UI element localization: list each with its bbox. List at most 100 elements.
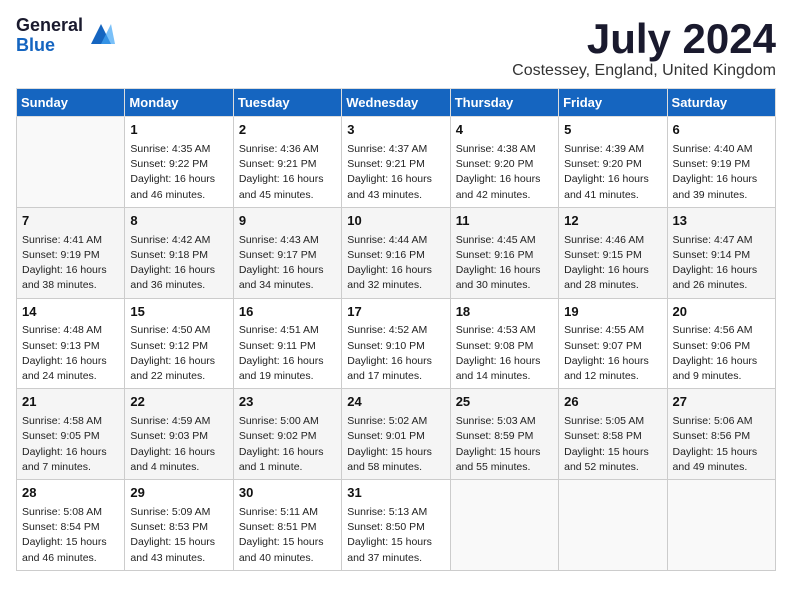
sunset-text: Sunset: 9:12 PM (130, 339, 227, 354)
calendar-cell: 16Sunrise: 4:51 AMSunset: 9:11 PMDayligh… (233, 298, 341, 389)
sunset-text: Sunset: 9:20 PM (456, 157, 553, 172)
logo-blue-text: Blue (16, 36, 83, 56)
sunset-text: Sunset: 9:10 PM (347, 339, 444, 354)
calendar-cell: 5Sunrise: 4:39 AMSunset: 9:20 PMDaylight… (559, 117, 667, 208)
sunrise-text: Sunrise: 4:50 AM (130, 323, 227, 338)
header-thursday: Thursday (450, 89, 558, 117)
header-saturday: Saturday (667, 89, 775, 117)
sunrise-text: Sunrise: 4:42 AM (130, 233, 227, 248)
daylight-text: Daylight: 16 hours and 24 minutes. (22, 354, 119, 384)
sunset-text: Sunset: 9:02 PM (239, 429, 336, 444)
day-number: 31 (347, 484, 444, 503)
sunset-text: Sunset: 9:21 PM (239, 157, 336, 172)
cell-content: 17Sunrise: 4:52 AMSunset: 9:10 PMDayligh… (347, 303, 444, 385)
day-number: 24 (347, 393, 444, 412)
sunrise-text: Sunrise: 4:40 AM (673, 142, 770, 157)
sunset-text: Sunset: 9:19 PM (673, 157, 770, 172)
day-number: 1 (130, 121, 227, 140)
sunrise-text: Sunrise: 5:02 AM (347, 414, 444, 429)
daylight-text: Daylight: 16 hours and 12 minutes. (564, 354, 661, 384)
daylight-text: Daylight: 16 hours and 42 minutes. (456, 172, 553, 202)
calendar-cell: 15Sunrise: 4:50 AMSunset: 9:12 PMDayligh… (125, 298, 233, 389)
calendar-week-row: 7Sunrise: 4:41 AMSunset: 9:19 PMDaylight… (17, 207, 776, 298)
sunrise-text: Sunrise: 4:45 AM (456, 233, 553, 248)
cell-content: 6Sunrise: 4:40 AMSunset: 9:19 PMDaylight… (673, 121, 770, 203)
day-number: 4 (456, 121, 553, 140)
sunset-text: Sunset: 9:08 PM (456, 339, 553, 354)
day-number: 28 (22, 484, 119, 503)
daylight-text: Daylight: 16 hours and 46 minutes. (130, 172, 227, 202)
day-number: 12 (564, 212, 661, 231)
logo-icon (87, 20, 115, 48)
calendar-cell: 6Sunrise: 4:40 AMSunset: 9:19 PMDaylight… (667, 117, 775, 208)
sunrise-text: Sunrise: 5:05 AM (564, 414, 661, 429)
daylight-text: Daylight: 16 hours and 38 minutes. (22, 263, 119, 293)
daylight-text: Daylight: 16 hours and 4 minutes. (130, 445, 227, 475)
sunrise-text: Sunrise: 5:13 AM (347, 505, 444, 520)
logo: General Blue (16, 16, 115, 56)
daylight-text: Daylight: 16 hours and 1 minute. (239, 445, 336, 475)
day-number: 5 (564, 121, 661, 140)
cell-content: 8Sunrise: 4:42 AMSunset: 9:18 PMDaylight… (130, 212, 227, 294)
day-number: 11 (456, 212, 553, 231)
daylight-text: Daylight: 16 hours and 34 minutes. (239, 263, 336, 293)
sunset-text: Sunset: 8:54 PM (22, 520, 119, 535)
day-number: 15 (130, 303, 227, 322)
day-number: 30 (239, 484, 336, 503)
cell-content: 9Sunrise: 4:43 AMSunset: 9:17 PMDaylight… (239, 212, 336, 294)
cell-content: 31Sunrise: 5:13 AMSunset: 8:50 PMDayligh… (347, 484, 444, 566)
sunrise-text: Sunrise: 5:11 AM (239, 505, 336, 520)
sunrise-text: Sunrise: 4:52 AM (347, 323, 444, 338)
sunset-text: Sunset: 9:18 PM (130, 248, 227, 263)
sunrise-text: Sunrise: 5:00 AM (239, 414, 336, 429)
sunrise-text: Sunrise: 4:58 AM (22, 414, 119, 429)
calendar-cell (450, 480, 558, 571)
sunset-text: Sunset: 9:13 PM (22, 339, 119, 354)
day-number: 18 (456, 303, 553, 322)
daylight-text: Daylight: 16 hours and 14 minutes. (456, 354, 553, 384)
sunset-text: Sunset: 9:16 PM (456, 248, 553, 263)
cell-content: 19Sunrise: 4:55 AMSunset: 9:07 PMDayligh… (564, 303, 661, 385)
sunrise-text: Sunrise: 4:35 AM (130, 142, 227, 157)
sunrise-text: Sunrise: 4:55 AM (564, 323, 661, 338)
daylight-text: Daylight: 15 hours and 49 minutes. (673, 445, 770, 475)
calendar-cell: 25Sunrise: 5:03 AMSunset: 8:59 PMDayligh… (450, 389, 558, 480)
cell-content: 5Sunrise: 4:39 AMSunset: 9:20 PMDaylight… (564, 121, 661, 203)
day-number: 29 (130, 484, 227, 503)
cell-content: 7Sunrise: 4:41 AMSunset: 9:19 PMDaylight… (22, 212, 119, 294)
daylight-text: Daylight: 16 hours and 45 minutes. (239, 172, 336, 202)
calendar-cell: 2 Sunrise: 4:36 AMSunset: 9:21 PMDaylight… (233, 117, 341, 208)
calendar-cell: 19Sunrise: 4:55 AMSunset: 9:07 PMDayligh… (559, 298, 667, 389)
calendar-cell: 22Sunrise: 4:59 AMSunset: 9:03 PMDayligh… (125, 389, 233, 480)
calendar-cell: 24Sunrise: 5:02 AMSunset: 9:01 PMDayligh… (342, 389, 450, 480)
calendar-cell: 17Sunrise: 4:52 AMSunset: 9:10 PMDayligh… (342, 298, 450, 389)
cell-content: 24Sunrise: 5:02 AMSunset: 9:01 PMDayligh… (347, 393, 444, 475)
cell-content: 12Sunrise: 4:46 AMSunset: 9:15 PMDayligh… (564, 212, 661, 294)
cell-content: 27Sunrise: 5:06 AMSunset: 8:56 PMDayligh… (673, 393, 770, 475)
daylight-text: Daylight: 16 hours and 41 minutes. (564, 172, 661, 202)
sunset-text: Sunset: 8:51 PM (239, 520, 336, 535)
calendar-cell: 10Sunrise: 4:44 AMSunset: 9:16 PMDayligh… (342, 207, 450, 298)
cell-content: 16Sunrise: 4:51 AMSunset: 9:11 PMDayligh… (239, 303, 336, 385)
sunset-text: Sunset: 9:20 PM (564, 157, 661, 172)
day-number: 7 (22, 212, 119, 231)
calendar-cell: 11 Sunrise: 4:45 AMSunset: 9:16 PMDayligh… (450, 207, 558, 298)
header-sunday: Sunday (17, 89, 125, 117)
day-number: 6 (673, 121, 770, 140)
day-number: 2 (239, 121, 336, 140)
day-number: 13 (673, 212, 770, 231)
sunset-text: Sunset: 9:17 PM (239, 248, 336, 263)
sunrise-text: Sunrise: 4:36 AM (239, 142, 336, 157)
cell-content: 20Sunrise: 4:56 AMSunset: 9:06 PMDayligh… (673, 303, 770, 385)
day-number: 22 (130, 393, 227, 412)
cell-content: 22Sunrise: 4:59 AMSunset: 9:03 PMDayligh… (130, 393, 227, 475)
cell-content: 25Sunrise: 5:03 AMSunset: 8:59 PMDayligh… (456, 393, 553, 475)
page-header: General Blue July 2024 Costessey, Englan… (16, 16, 776, 80)
sunrise-text: Sunrise: 4:38 AM (456, 142, 553, 157)
day-number: 26 (564, 393, 661, 412)
header-monday: Monday (125, 89, 233, 117)
sunrise-text: Sunrise: 4:51 AM (239, 323, 336, 338)
sunset-text: Sunset: 9:15 PM (564, 248, 661, 263)
day-number: 20 (673, 303, 770, 322)
daylight-text: Daylight: 16 hours and 30 minutes. (456, 263, 553, 293)
